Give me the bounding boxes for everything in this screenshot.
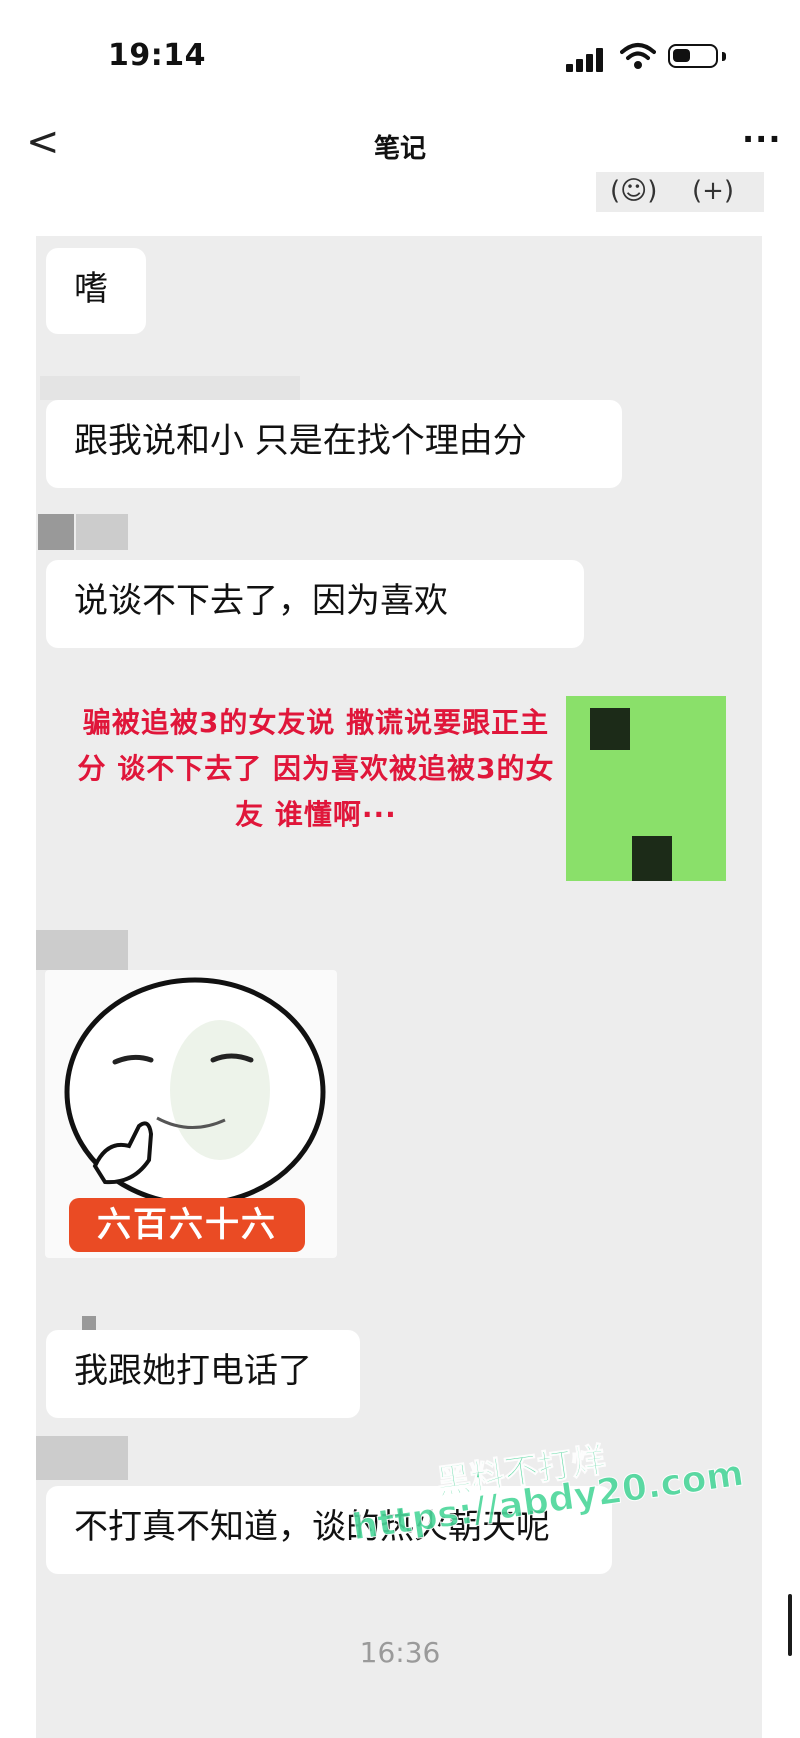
status-time: 19:14: [108, 38, 206, 73]
overlay-caption: 骗被追被3的女友说 撒谎说要跟正主 分 谈不下去了 因为喜欢被追被3的女 友 谁…: [56, 700, 576, 838]
battery-icon: [668, 44, 718, 68]
cellular-signal-icon: [566, 48, 606, 72]
message-bubble-4[interactable]: 我跟她打电话了: [46, 1330, 360, 1418]
more-options-icon[interactable]: ···: [742, 120, 781, 158]
message-timestamp: 16:36: [359, 1636, 441, 1669]
censored-avatar: [76, 514, 128, 550]
censored-avatar: [36, 930, 128, 970]
message-bubble-1[interactable]: 嗜: [46, 248, 146, 334]
page-title: 笔记: [373, 134, 426, 164]
message-bubble-2[interactable]: 跟我说和小 只是在找个理由分: [46, 400, 622, 488]
message-bubble-3[interactable]: 说谈不下去了，因为喜欢: [46, 560, 584, 648]
censored-area: [40, 376, 300, 400]
battery-tip: [722, 52, 726, 61]
wifi-icon: [620, 43, 656, 69]
sticker-badge: 六百六十六: [69, 1198, 305, 1252]
plus-icon[interactable]: (+): [692, 176, 734, 206]
green-censor-mask: [566, 696, 726, 881]
censored-avatar: [38, 514, 74, 550]
sticker-image[interactable]: 六百六十六: [45, 970, 337, 1258]
caption-line: 友 谁懂啊···: [235, 798, 397, 831]
caption-line: 骗被追被3的女友说 撒谎说要跟正主: [82, 706, 550, 739]
scrollbar[interactable]: [788, 1594, 792, 1656]
censor-block: [632, 836, 672, 881]
thumbs-up-face-icon: [64, 977, 326, 1207]
censor-block: [590, 708, 630, 750]
caption-line: 分 谈不下去了 因为喜欢被追被3的女: [77, 752, 555, 785]
emoji-icon[interactable]: (☺): [610, 176, 657, 206]
censored-avatar: [36, 1436, 128, 1480]
next-message-edge: [36, 1694, 762, 1738]
censored-avatar: [82, 1316, 96, 1330]
chat-input-toolbar: (☺) (+): [596, 172, 764, 212]
status-bar: 19:14: [0, 0, 800, 110]
